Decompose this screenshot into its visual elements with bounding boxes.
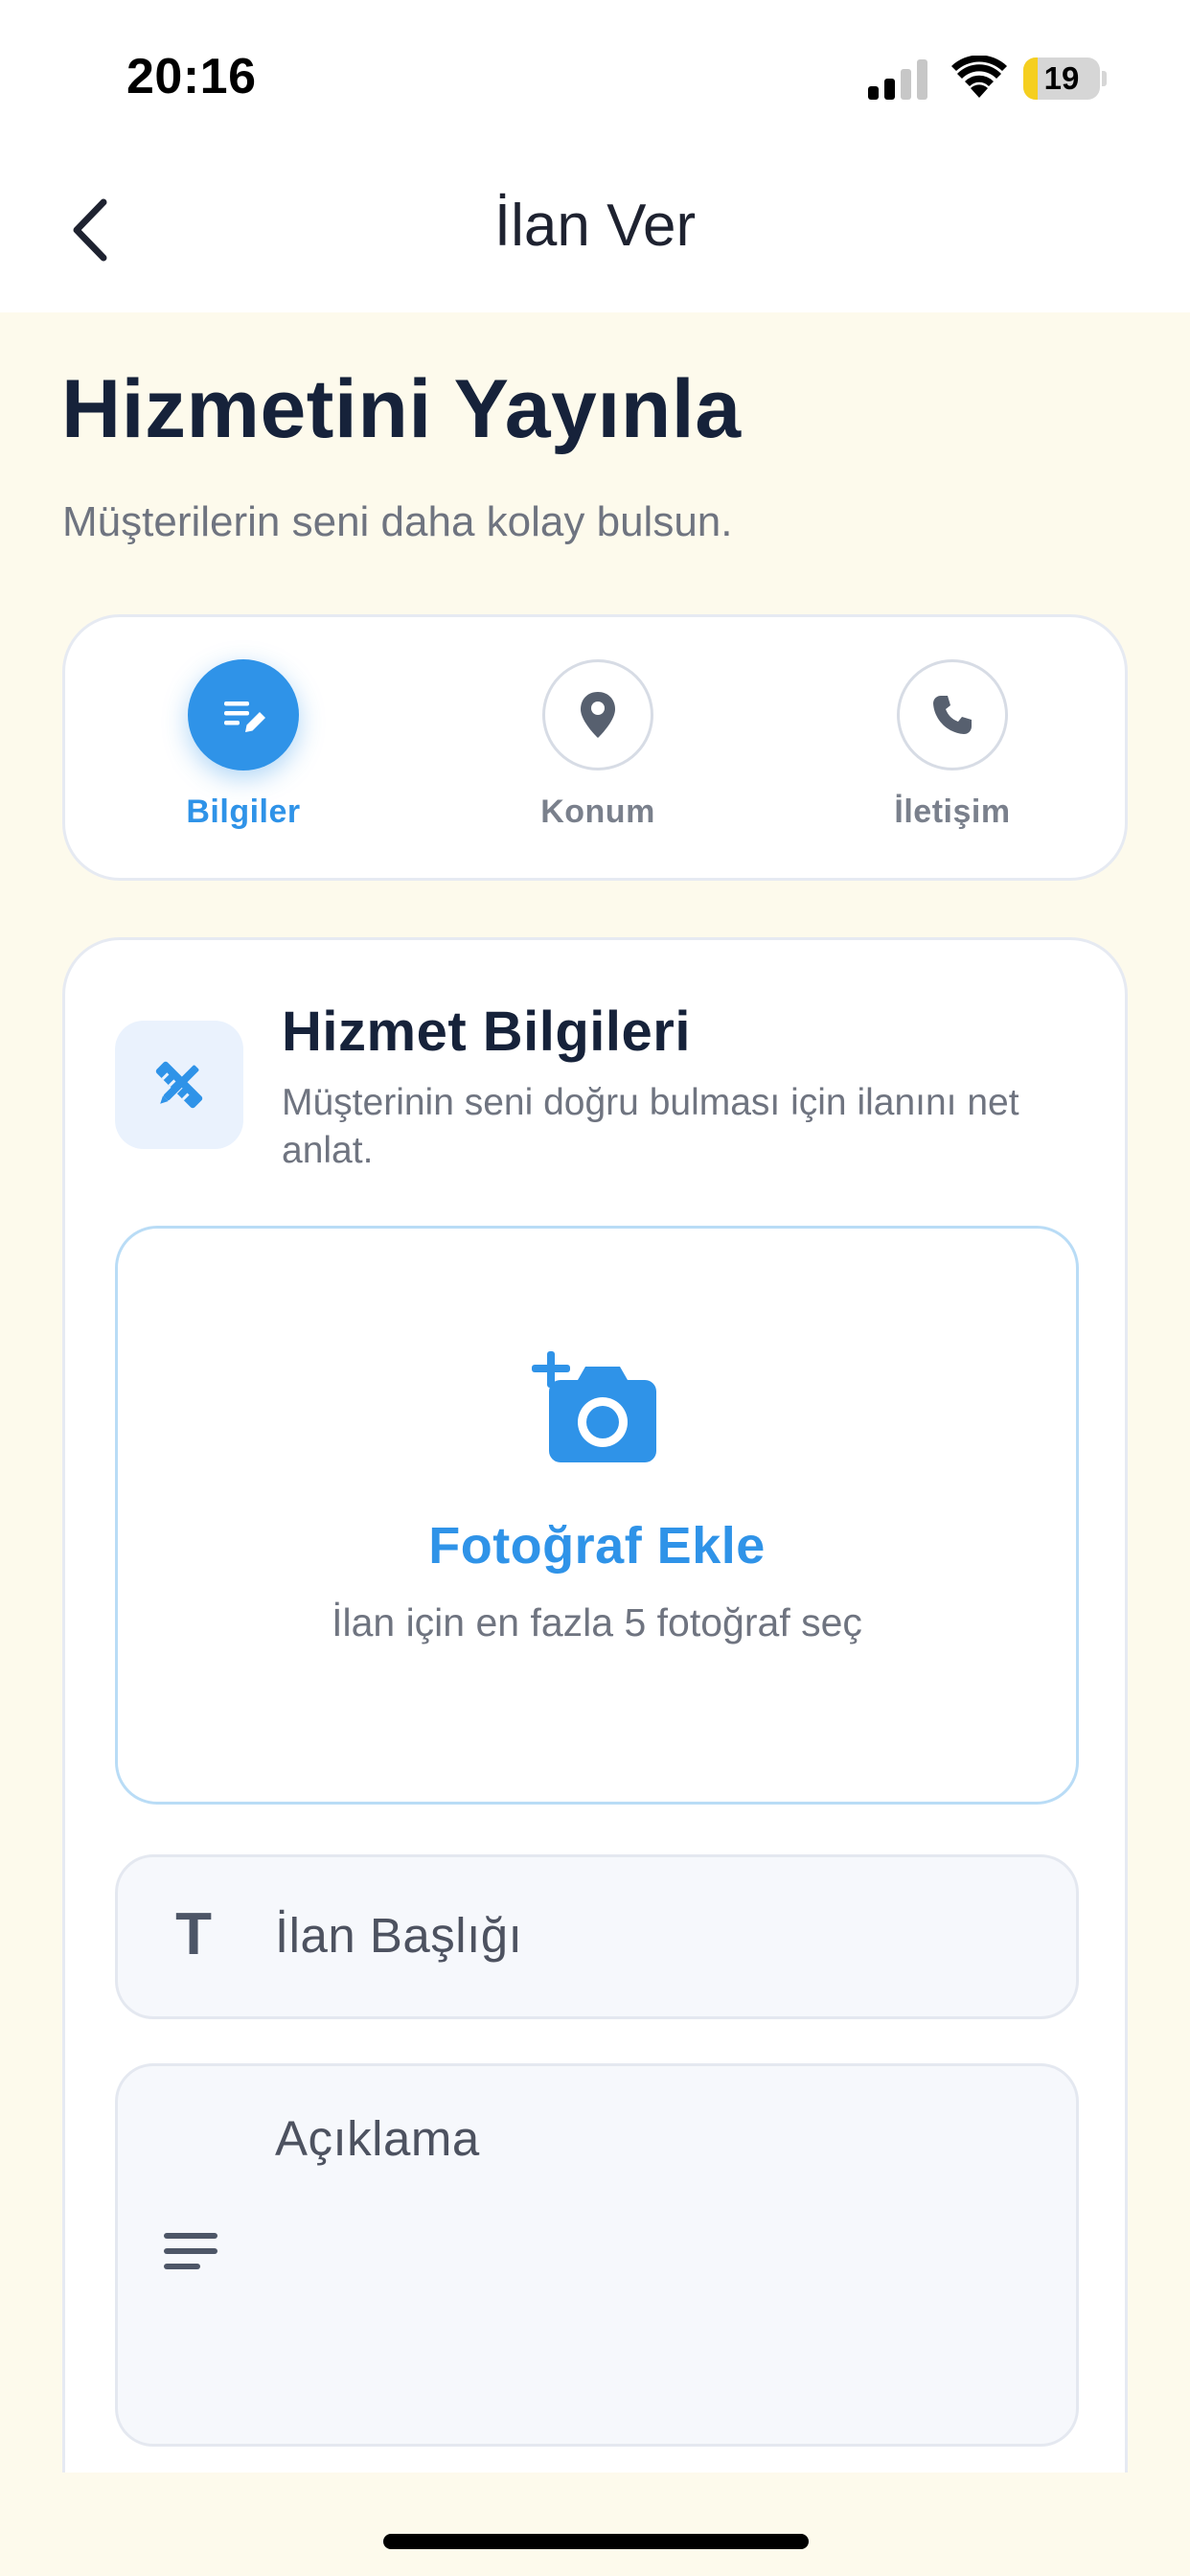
step-bilgiler[interactable]: Bilgiler	[119, 659, 368, 851]
battery-icon: 19	[1023, 58, 1107, 100]
add-camera-icon	[532, 1351, 656, 1462]
listing-title-input[interactable]: T İlan Başlığı	[115, 1854, 1079, 2019]
step-konum[interactable]: Konum	[473, 659, 722, 851]
status-bar: 20:16 19	[0, 0, 1190, 153]
step-label: Konum	[540, 794, 655, 830]
listing-title-placeholder: İlan Başlığı	[275, 1908, 523, 1963]
home-indicator[interactable]	[383, 2534, 809, 2549]
battery-level: 19	[1043, 60, 1080, 96]
signal-icon	[868, 59, 927, 100]
step-circle	[897, 659, 1008, 770]
description-placeholder: Açıklama	[275, 2111, 480, 2166]
section-title: Hizmet Bilgileri	[282, 1000, 691, 1063]
step-circle	[542, 659, 653, 770]
step-iletisim[interactable]: İletişim	[828, 659, 1077, 851]
nav-bar: İlan Ver	[0, 153, 1190, 312]
stepper-card: Bilgiler Konum İletişim	[62, 614, 1128, 881]
add-photo-button[interactable]: Fotoğraf Ekle İlan için en fazla 5 fotoğ…	[115, 1226, 1079, 1805]
section-desc: Müşterinin seni doğru bulması için ilanı…	[282, 1082, 1019, 1171]
tools-icon	[155, 1061, 203, 1109]
page-subtitle: Müşterilerin seni daha kolay bulsun.	[62, 498, 733, 545]
nav-title: İlan Ver	[493, 193, 697, 259]
step-circle	[188, 659, 299, 770]
edit-note-icon	[224, 702, 265, 732]
add-photo-label: Fotoğraf Ekle	[428, 1517, 766, 1575]
form-card: Hizmet Bilgileri Müşterinin seni doğru b…	[62, 937, 1128, 2576]
add-photo-hint: İlan için en fazla 5 fotoğraf seç	[332, 1600, 862, 1644]
location-pin-icon	[581, 692, 615, 738]
text-T-icon: T	[175, 1901, 212, 1967]
status-time: 20:16	[126, 49, 257, 104]
bottom-bar	[0, 2472, 1190, 2576]
wifi-icon	[951, 56, 1007, 98]
lines-icon	[164, 2233, 217, 2269]
step-label: Bilgiler	[186, 794, 301, 830]
step-label: İletişim	[894, 794, 1011, 830]
page-title: Hizmetini Yayınla	[61, 363, 742, 455]
description-input[interactable]: Açıklama	[115, 2063, 1079, 2447]
section-icon-box	[115, 1021, 243, 1149]
phone-icon	[933, 696, 972, 734]
